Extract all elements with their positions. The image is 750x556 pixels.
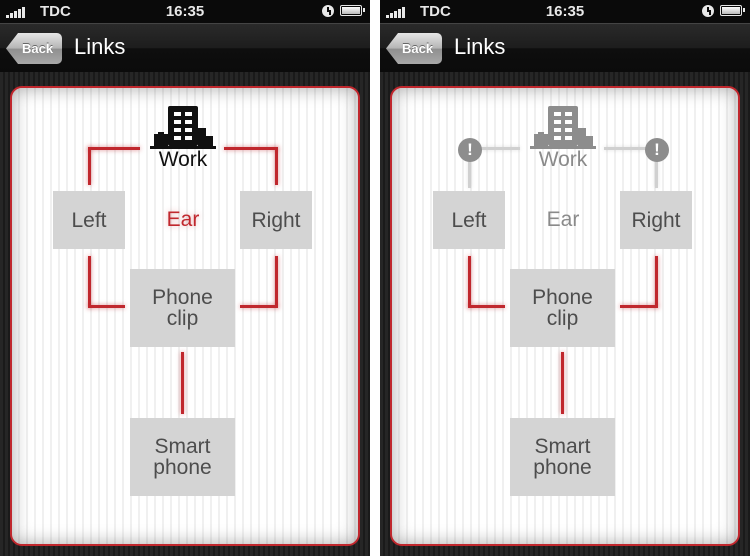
node-smartphone-label: Smart phone bbox=[533, 435, 592, 479]
links-diagram-panel: Work Ear Left Right Phone clip Smart pho… bbox=[10, 86, 360, 546]
page-title: Links bbox=[74, 34, 126, 59]
ear-label: Ear bbox=[546, 208, 580, 231]
warning-icon-right[interactable]: ! bbox=[645, 138, 669, 162]
status-bar: TDC 16:35 bbox=[380, 0, 750, 23]
link-line-left-clip-v bbox=[88, 256, 91, 308]
nav-bar: Back Links bbox=[380, 23, 750, 72]
link-line-left-clip-v bbox=[468, 256, 471, 308]
node-left-ear[interactable]: Left bbox=[53, 191, 125, 249]
work-node[interactable]: Work bbox=[143, 106, 223, 172]
content-area: ! ! Work Ear Left Right Phone clip Smart… bbox=[380, 72, 750, 556]
link-line-work-left-v bbox=[468, 160, 471, 188]
link-line-right-clip-v bbox=[275, 256, 278, 308]
alarm-icon bbox=[322, 5, 334, 17]
links-diagram-panel: ! ! Work Ear Left Right Phone clip Smart… bbox=[390, 86, 740, 546]
building-icon bbox=[530, 106, 596, 149]
status-time: 16:35 bbox=[545, 3, 585, 20]
link-line-work-right-v bbox=[275, 147, 278, 185]
node-phone-clip[interactable]: Phone clip bbox=[510, 269, 615, 347]
content-area: Work Ear Left Right Phone clip Smart pho… bbox=[0, 72, 370, 556]
page-title: Links bbox=[454, 34, 506, 59]
link-line-right-clip-v bbox=[655, 256, 658, 308]
status-bar: TDC 16:35 bbox=[0, 0, 370, 23]
link-line-work-left-v bbox=[88, 147, 91, 185]
screen-work-connected: TDC 16:35 Back Links Work Ear Left Right… bbox=[0, 0, 370, 556]
link-line-right-clip-h bbox=[240, 305, 278, 308]
alarm-icon bbox=[702, 5, 714, 17]
status-time: 16:35 bbox=[165, 3, 205, 20]
warning-icon-left[interactable]: ! bbox=[458, 138, 482, 162]
battery-icon bbox=[340, 5, 365, 16]
link-line-work-right-h bbox=[224, 147, 278, 150]
node-phone-clip-label: Phone clip bbox=[532, 286, 593, 330]
work-label: Work bbox=[538, 148, 588, 171]
node-phone-clip[interactable]: Phone clip bbox=[130, 269, 235, 347]
link-line-left-clip-h bbox=[88, 305, 125, 308]
link-line-work-right-v bbox=[655, 160, 658, 188]
building-icon bbox=[150, 106, 216, 149]
back-button[interactable]: Back bbox=[6, 33, 62, 64]
link-line-right-clip-h bbox=[620, 305, 658, 308]
node-smartphone[interactable]: Smart phone bbox=[510, 418, 615, 496]
ear-label: Ear bbox=[166, 208, 200, 231]
link-line-work-left-h bbox=[88, 147, 140, 150]
node-smartphone[interactable]: Smart phone bbox=[130, 418, 235, 496]
link-line-work-right-h bbox=[604, 147, 646, 150]
work-node[interactable]: Work bbox=[523, 106, 603, 172]
node-left-ear[interactable]: Left bbox=[433, 191, 505, 249]
node-phone-clip-label: Phone clip bbox=[152, 286, 213, 330]
screen-work-disconnected: TDC 16:35 Back Links ! ! Work Ear Left R… bbox=[380, 0, 750, 556]
node-right-ear[interactable]: Right bbox=[620, 191, 692, 249]
nav-bar: Back Links bbox=[0, 23, 370, 72]
work-label: Work bbox=[158, 148, 208, 171]
node-right-ear[interactable]: Right bbox=[240, 191, 312, 249]
link-line-left-clip-h bbox=[468, 305, 505, 308]
node-smartphone-label: Smart phone bbox=[153, 435, 212, 479]
battery-icon bbox=[720, 5, 745, 16]
link-line-clip-phone bbox=[181, 352, 184, 414]
link-line-work-left-h bbox=[480, 147, 520, 150]
back-button[interactable]: Back bbox=[386, 33, 442, 64]
link-line-clip-phone bbox=[561, 352, 564, 414]
